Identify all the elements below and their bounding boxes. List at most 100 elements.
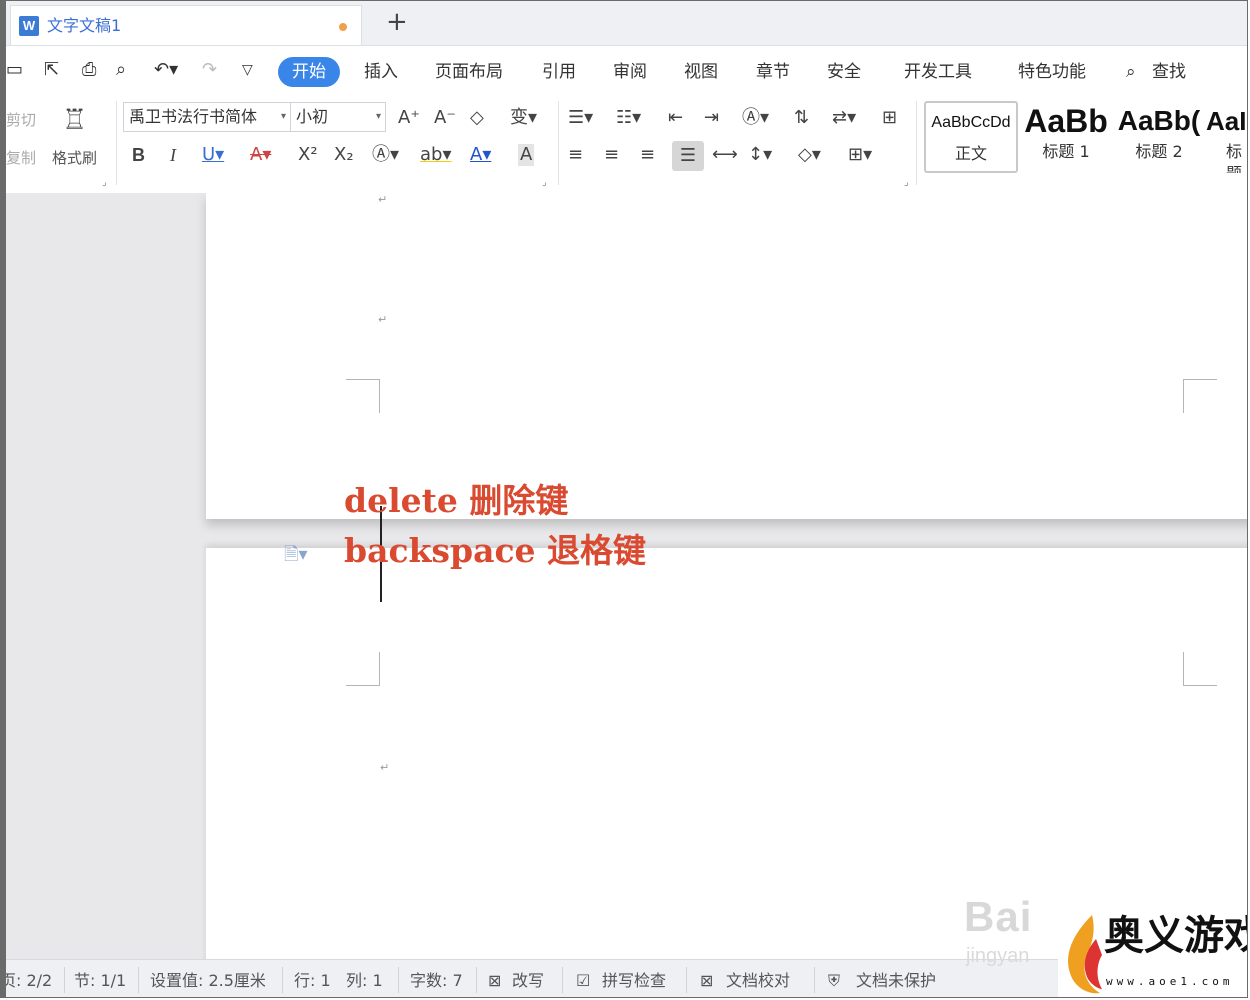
style-label: 标题 2	[1135, 142, 1183, 161]
style-label: 标题	[1226, 142, 1243, 173]
menu-developer[interactable]: 开发工具	[904, 61, 972, 83]
font-size-select[interactable]: 小初 ▾	[290, 102, 386, 132]
subscript-icon[interactable]: X₂	[334, 144, 354, 166]
menu-chapter[interactable]: 章节	[756, 61, 790, 83]
new-tab-button[interactable]: +	[386, 7, 408, 37]
status-divider	[562, 967, 563, 993]
status-proofread[interactable]: 文档校对	[726, 971, 790, 991]
format-painter-icon[interactable]: ♖	[62, 103, 87, 137]
menu-view[interactable]: 视图	[684, 61, 718, 83]
show-hide-marks-icon[interactable]: ⇄▾	[832, 107, 856, 129]
menu-review[interactable]: 审阅	[613, 61, 647, 83]
font-color-icon[interactable]: A▾	[470, 144, 491, 166]
style-sample: AaI	[1206, 106, 1247, 136]
status-spellcheck[interactable]: 拼写检查	[602, 971, 666, 991]
style-heading-2[interactable]: AaBb( 标题 2	[1114, 101, 1204, 173]
status-col[interactable]: 列: 1	[346, 971, 383, 991]
export-icon[interactable]: ⇱	[44, 59, 59, 81]
menu-page-layout[interactable]: 页面布局	[435, 61, 503, 83]
chevron-down-icon: ▾	[280, 111, 286, 122]
document-workspace[interactable]: ↵ ↵	[6, 193, 1247, 959]
superscript-icon[interactable]: X²	[298, 144, 318, 166]
page-2[interactable]	[206, 548, 1247, 959]
table-insert-icon[interactable]: ⊞	[882, 107, 897, 129]
status-page[interactable]: 页: 2/2	[6, 971, 52, 991]
highlight-icon[interactable]: ab▾	[420, 144, 452, 166]
save-icon[interactable]: ▭	[6, 59, 23, 81]
sort-icon[interactable]: ⇅	[794, 107, 809, 129]
customize-dropdown-icon[interactable]: ▽	[242, 59, 253, 81]
status-protection[interactable]: 文档未保护	[856, 971, 936, 991]
bold-icon[interactable]: B	[132, 144, 145, 166]
text-effect-icon[interactable]: Ⓐ▾	[372, 144, 399, 166]
distribute-icon[interactable]: ⟷	[712, 144, 738, 166]
menu-home-tab[interactable]: 开始	[278, 57, 340, 87]
menu-special[interactable]: 特色功能	[1018, 61, 1086, 83]
site-logo-text: 奥义游戏网	[1104, 912, 1247, 959]
margin-corner	[346, 379, 380, 413]
decrease-indent-icon[interactable]: ⇤	[668, 107, 683, 129]
align-center-icon[interactable]: ≡	[604, 144, 619, 166]
print-preview-icon[interactable]: ⌕	[116, 59, 126, 81]
text-direction-icon[interactable]: Ⓐ▾	[742, 107, 769, 129]
paragraph-expand-icon[interactable]: ⌟	[904, 177, 909, 188]
search-icon[interactable]: ⌕	[1126, 61, 1136, 83]
style-label: 标题 1	[1042, 142, 1090, 161]
style-heading-3[interactable]: AaI 标题	[1206, 101, 1247, 173]
clear-format-icon[interactable]: ◇	[470, 107, 484, 129]
style-heading-1[interactable]: AaBb 标题 1	[1020, 101, 1112, 173]
document-tab-title: 文字文稿1	[47, 16, 122, 35]
increase-indent-icon[interactable]: ⇥	[704, 107, 719, 129]
document-tab[interactable]: W 文字文稿1	[10, 5, 362, 45]
paste-options-icon[interactable]: 🗎▾	[284, 542, 308, 572]
align-left-icon[interactable]: ≡	[568, 144, 583, 166]
style-sample: AaBb	[1024, 103, 1108, 139]
style-sample: AaBbCcDd	[931, 114, 1011, 131]
page-1[interactable]: ↵ ↵	[206, 193, 1247, 519]
increase-font-icon[interactable]: A⁺	[398, 107, 420, 129]
shading-icon[interactable]: ◇▾	[798, 144, 821, 166]
bullet-list-icon[interactable]: ☰▾	[568, 107, 593, 129]
decrease-font-icon[interactable]: A⁻	[434, 107, 456, 129]
font-name-select[interactable]: 禹卫书法行书简体 ▾	[123, 102, 291, 132]
justify-icon[interactable]: ☰	[672, 141, 704, 171]
undo-icon[interactable]: ↶▾	[154, 59, 178, 81]
menu-references[interactable]: 引用	[542, 61, 576, 83]
font-name-value: 禹卫书法行书简体	[129, 107, 258, 126]
status-overwrite[interactable]: 改写	[512, 971, 544, 991]
clipboard-expand-icon[interactable]: ⌟	[102, 177, 107, 188]
annotation-backspace: backspace 退格键	[344, 531, 647, 570]
status-divider	[64, 967, 65, 993]
align-right-icon[interactable]: ≡	[640, 144, 655, 166]
phonetic-icon[interactable]: 变▾	[510, 107, 537, 129]
line-spacing-icon[interactable]: ↕▾	[748, 144, 772, 166]
menu-insert[interactable]: 插入	[364, 61, 398, 83]
style-normal[interactable]: AaBbCcDd 正文	[924, 101, 1018, 173]
status-divider	[282, 967, 283, 993]
numbered-list-icon[interactable]: ☷▾	[616, 107, 641, 129]
format-painter-button[interactable]: 格式刷	[52, 149, 97, 167]
overwrite-icon: ⊠	[488, 971, 502, 990]
app-window: W 文字文稿1 + ▭ ⇱ ⎙ ⌕ ↶▾ ↷ ▽ 开始 插入 页面布局 引用 审…	[0, 0, 1248, 998]
print-icon[interactable]: ⎙	[82, 59, 96, 81]
cut-button[interactable]: 剪切	[6, 111, 36, 129]
annotation-delete: delete 删除键	[344, 481, 569, 520]
copy-button[interactable]: 复制	[6, 149, 36, 167]
status-section[interactable]: 节: 1/1	[74, 971, 126, 991]
tab-bar: W 文字文稿1 +	[6, 1, 1247, 46]
strikethrough-icon[interactable]: A▾	[250, 144, 271, 166]
border-icon[interactable]: ⊞▾	[848, 144, 872, 166]
status-row[interactable]: 行: 1	[294, 971, 331, 991]
menu-security[interactable]: 安全	[827, 61, 861, 83]
status-setting[interactable]: 设置值: 2.5厘米	[150, 971, 266, 991]
font-expand-icon[interactable]: ⌟	[542, 177, 547, 188]
status-words[interactable]: 字数: 7	[410, 971, 463, 991]
unsaved-dot-icon	[339, 23, 347, 31]
redo-icon[interactable]: ↷	[202, 59, 217, 81]
menu-find[interactable]: 查找	[1152, 61, 1186, 83]
italic-icon[interactable]: I	[170, 144, 176, 166]
char-shading-icon[interactable]: A	[518, 144, 535, 166]
shield-icon: ⛨	[828, 971, 841, 990]
font-size-value: 小初	[296, 107, 329, 126]
underline-icon[interactable]: U▾	[202, 144, 224, 166]
